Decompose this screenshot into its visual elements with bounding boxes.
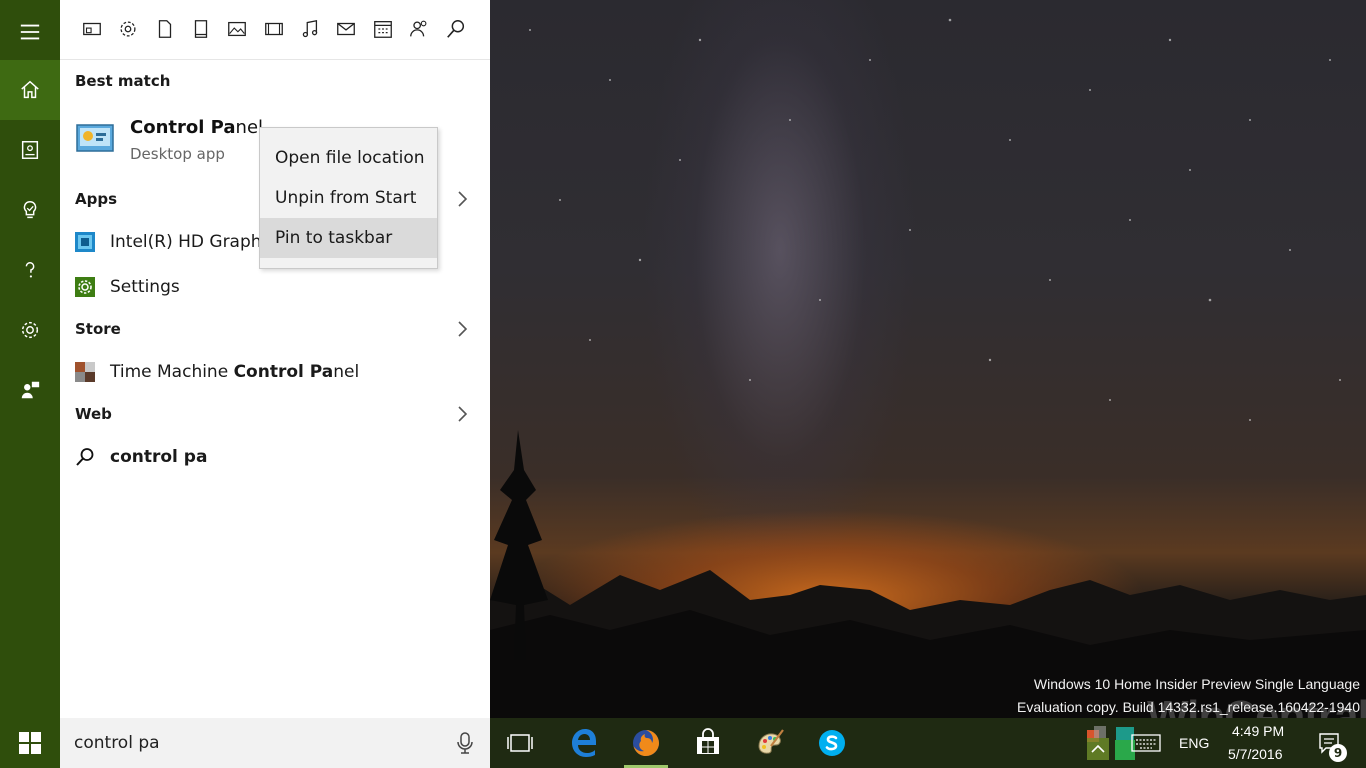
- web-header: Web: [75, 405, 112, 423]
- app-result-intel-graphics[interactable]: Intel(R) HD Graphi: [75, 226, 266, 258]
- microphone-icon[interactable]: [455, 731, 475, 755]
- skype-icon: [819, 730, 845, 756]
- intel-graphics-icon: [75, 232, 95, 252]
- input-language-indicator[interactable]: ENG: [1179, 735, 1209, 751]
- context-menu-open-file-location[interactable]: Open file location: [260, 138, 437, 178]
- calendar-filter-icon[interactable]: [372, 18, 396, 42]
- app-result-label: Intel(R) HD Graphi: [110, 232, 267, 252]
- web-result-label: control pa: [110, 447, 208, 467]
- start-left-rail: [0, 0, 60, 718]
- store-chevron-right-icon[interactable]: [454, 319, 470, 339]
- best-match-header: Best match: [75, 72, 171, 90]
- app-result-label: Settings: [110, 277, 180, 297]
- windows-logo-icon: [19, 732, 41, 754]
- context-menu-pin-to-taskbar[interactable]: Pin to taskbar: [260, 218, 437, 258]
- settings-icon[interactable]: [0, 300, 60, 360]
- os-build-watermark-line1: Windows 10 Home Insider Preview Single L…: [1033, 676, 1360, 692]
- help-icon[interactable]: [0, 240, 60, 300]
- context-menu-unpin-from-start[interactable]: Unpin from Start: [260, 178, 437, 218]
- taskbar-store[interactable]: [680, 718, 736, 768]
- notebook-icon[interactable]: [0, 120, 60, 180]
- documents-filter-icon[interactable]: [154, 18, 178, 42]
- store-result-time-machine[interactable]: Time Machine Control Panel: [75, 356, 359, 388]
- folders-filter-icon[interactable]: [190, 18, 214, 42]
- web-filter-icon[interactable]: [445, 18, 469, 42]
- home-icon[interactable]: [0, 60, 60, 120]
- taskbar-search-box[interactable]: [60, 718, 490, 768]
- best-match-title: Control Panel: [130, 117, 264, 138]
- photos-filter-icon[interactable]: [226, 18, 250, 42]
- menu-icon[interactable]: [0, 2, 60, 62]
- apps-chevron-right-icon[interactable]: [454, 189, 470, 209]
- apps-header: Apps: [75, 190, 118, 208]
- best-match-subtitle: Desktop app: [130, 145, 225, 163]
- notification-count-badge: 9: [1329, 744, 1347, 762]
- taskbar: ENG 4:49 PM 5/7/2016 9: [0, 718, 1366, 768]
- search-results-panel: Best match Control Panel Desktop app App…: [60, 0, 490, 718]
- clock-time[interactable]: 4:49 PM: [1232, 723, 1284, 739]
- taskbar-skype[interactable]: [804, 718, 860, 768]
- search-filter-bar: [60, 0, 490, 60]
- feedback-icon[interactable]: [0, 360, 60, 420]
- web-result[interactable]: control pa: [75, 441, 207, 473]
- time-machine-app-icon: [75, 362, 95, 382]
- email-filter-icon[interactable]: [335, 18, 359, 42]
- videos-filter-icon[interactable]: [263, 18, 287, 42]
- app-result-settings[interactable]: Settings: [75, 271, 180, 303]
- search-icon: [76, 448, 94, 466]
- store-header: Store: [75, 320, 121, 338]
- settings-filter-icon[interactable]: [117, 18, 141, 42]
- settings-app-icon: [75, 277, 95, 297]
- web-chevron-right-icon[interactable]: [454, 404, 470, 424]
- task-view-icon: [507, 734, 533, 752]
- taskbar-firefox[interactable]: [618, 718, 674, 768]
- taskbar-edge[interactable]: [556, 718, 612, 768]
- search-input[interactable]: [74, 729, 434, 757]
- paint-icon: [758, 729, 784, 754]
- firefox-icon: [633, 730, 659, 756]
- task-view-button[interactable]: [492, 718, 548, 768]
- store-result-label: Time Machine Control Panel: [110, 362, 360, 382]
- clock-date[interactable]: 5/7/2016: [1228, 746, 1283, 762]
- lightbulb-icon[interactable]: [0, 180, 60, 240]
- starfield: [529, 18, 1341, 421]
- start-button[interactable]: [0, 718, 60, 768]
- os-build-watermark-line2: Evaluation copy. Build 14332.rs1_release…: [1017, 699, 1360, 715]
- music-filter-icon[interactable]: [299, 18, 323, 42]
- store-icon: [697, 728, 719, 754]
- touch-keyboard-icon[interactable]: [1131, 734, 1161, 752]
- taskbar-paint[interactable]: [742, 718, 798, 768]
- context-menu: Open file location Unpin from Start Pin …: [259, 127, 438, 269]
- apps-filter-icon[interactable]: [81, 18, 105, 42]
- people-filter-icon[interactable]: [408, 18, 432, 42]
- control-panel-icon: [76, 124, 114, 152]
- edge-browser-icon: [572, 729, 596, 757]
- show-hidden-icons-chevron-icon[interactable]: [1087, 738, 1109, 760]
- tree-silhouette: [490, 430, 548, 660]
